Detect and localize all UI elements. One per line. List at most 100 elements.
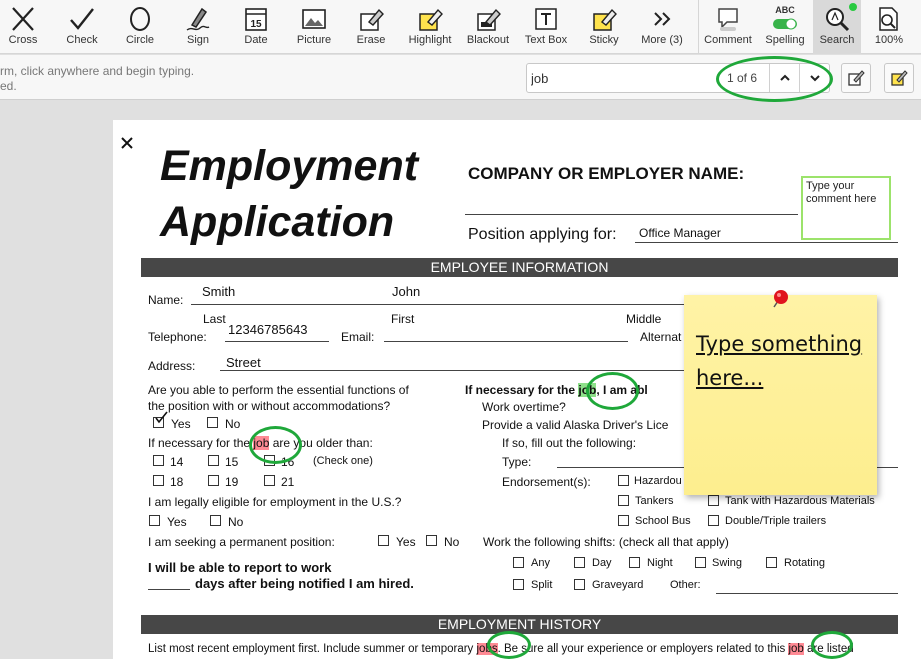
blackout-tool[interactable]: Blackout <box>460 0 516 54</box>
telephone-line <box>225 341 329 342</box>
highlight-icon <box>419 8 443 31</box>
shift-other-label: Other: <box>670 579 701 591</box>
edit-fields-button[interactable] <box>841 63 871 93</box>
age-21-checkbox[interactable] <box>264 475 275 486</box>
report-line-2: days after being notified I am hired. <box>195 576 414 591</box>
hazardous-checkbox[interactable] <box>618 475 629 486</box>
tool-label: Spelling <box>765 34 805 46</box>
shift-rotating-checkbox[interactable] <box>766 557 777 568</box>
middle-label: Middle <box>626 312 662 326</box>
tool-label: Highlight <box>408 34 452 46</box>
doc-title-line-1: Employment <box>160 142 419 190</box>
comment-box[interactable]: Type your comment here <box>801 176 891 240</box>
cross-tool[interactable]: Cross <box>0 0 46 54</box>
permanent-yes-label: Yes <box>396 535 416 549</box>
r-type: Type: <box>502 455 532 469</box>
shift-day-checkbox[interactable] <box>574 557 585 568</box>
email-line[interactable] <box>384 341 628 342</box>
shift-swing-checkbox[interactable] <box>695 557 706 568</box>
tool-label: 100% <box>874 34 904 46</box>
tool-label: Picture <box>296 34 332 46</box>
school-bus-checkbox[interactable] <box>618 515 629 526</box>
permanent-no-label: No <box>444 535 460 549</box>
picture-tool[interactable]: Picture <box>288 0 340 54</box>
double-triple-label: Double/Triple trailers <box>725 515 827 527</box>
doc-title-line-2: Application <box>160 198 395 246</box>
highlight-tool[interactable]: Highlight <box>402 0 458 54</box>
name-line <box>191 304 688 305</box>
circle-tool[interactable]: Circle <box>116 0 164 54</box>
shift-any-label: Any <box>531 557 550 569</box>
q-essential-line-2: the position with or without accommodati… <box>148 399 391 413</box>
check-tool[interactable]: Check <box>58 0 106 54</box>
date-tool[interactable]: 15 Date <box>232 0 280 54</box>
history-text-2: . Be sure all your experience or employe… <box>497 643 789 655</box>
last-name-value[interactable]: Smith <box>202 284 235 299</box>
tool-label: Search <box>819 34 855 46</box>
age-14-checkbox[interactable] <box>153 455 164 466</box>
q-essential-line-1: Are you able to perform the essential fu… <box>148 383 409 397</box>
edit-annotations-button[interactable] <box>884 63 914 93</box>
tankers-checkbox[interactable] <box>618 495 629 506</box>
r-license: Provide a valid Alaska Driver's Lice <box>482 418 669 432</box>
search-tool[interactable]: Search <box>813 0 861 54</box>
edit-highlight-icon <box>891 70 908 86</box>
permanent-no-checkbox[interactable] <box>426 535 437 546</box>
email-label: Email: <box>341 330 375 344</box>
cross-mark-icon[interactable] <box>120 136 134 150</box>
sticky-tool[interactable]: Sticky <box>580 0 628 54</box>
tool-label: More (3) <box>641 34 683 46</box>
spelling-toggle-icon[interactable] <box>772 17 798 31</box>
address-value[interactable]: Street <box>226 355 261 370</box>
sign-tool[interactable]: Sign <box>174 0 222 54</box>
shift-other-line[interactable] <box>716 593 898 594</box>
double-triple-checkbox[interactable] <box>708 515 719 526</box>
legal-no-checkbox[interactable] <box>210 515 221 526</box>
shift-night-checkbox[interactable] <box>629 557 640 568</box>
sticky-note[interactable]: Type something here... <box>684 290 877 495</box>
report-days-line[interactable] <box>148 589 190 590</box>
text-box-tool[interactable]: Text Box <box>518 0 574 54</box>
check-one-label: (Check one) <box>313 455 373 467</box>
age-18-checkbox[interactable] <box>153 475 164 486</box>
tool-label: Circle <box>125 34 155 46</box>
more-tool[interactable]: More (3) <box>634 0 690 54</box>
hazardous-label: Hazardou <box>634 475 682 487</box>
tool-label: Comment <box>704 34 752 46</box>
r-nec-pre: If necessary for the <box>465 383 579 397</box>
search-result-ring <box>487 631 531 659</box>
age-19-checkbox[interactable] <box>208 475 219 486</box>
first-name-value[interactable]: John <box>392 284 420 299</box>
position-value[interactable]: Office Manager <box>639 226 721 240</box>
blackout-icon <box>477 8 501 31</box>
shift-graveyard-checkbox[interactable] <box>574 579 585 590</box>
school-bus-label: School Bus <box>635 515 691 527</box>
shift-split-checkbox[interactable] <box>513 579 524 590</box>
tank-hazardous-checkbox[interactable] <box>708 495 719 506</box>
r-endorsements: Endorsement(s): <box>502 475 591 489</box>
erase-tool[interactable]: Erase <box>346 0 396 54</box>
tool-label: Check <box>66 34 98 46</box>
more-icon <box>654 12 671 26</box>
age-15-checkbox[interactable] <box>208 455 219 466</box>
telephone-value[interactable]: 12346785643 <box>228 322 308 337</box>
comment-tool[interactable]: Comment <box>700 0 756 54</box>
company-line[interactable] <box>465 214 798 215</box>
permanent-yes-checkbox[interactable] <box>378 535 389 546</box>
search-input[interactable] <box>531 68 711 88</box>
age-19-label: 19 <box>225 475 239 489</box>
tool-label: Sticky <box>589 34 619 46</box>
sticky-note-text[interactable]: Type something here... <box>696 327 866 395</box>
zoom-tool[interactable]: 100% <box>864 0 914 54</box>
legal-yes-label: Yes <box>167 515 187 529</box>
legal-yes-checkbox[interactable] <box>149 515 160 526</box>
date-icon-day: 15 <box>250 19 262 30</box>
hint-line-1: rm, click anywhere and begin typing. <box>0 64 195 78</box>
q-older-pre: If necessary for the <box>148 436 254 450</box>
essential-no-checkbox[interactable] <box>207 417 218 428</box>
report-line-1: I will be able to report to work <box>148 560 332 575</box>
q-legal: I am legally eligible for employment in … <box>148 495 402 509</box>
spelling-badge: ABC <box>775 5 795 15</box>
shift-any-checkbox[interactable] <box>513 557 524 568</box>
spelling-tool[interactable]: ABC Spelling <box>758 0 812 54</box>
